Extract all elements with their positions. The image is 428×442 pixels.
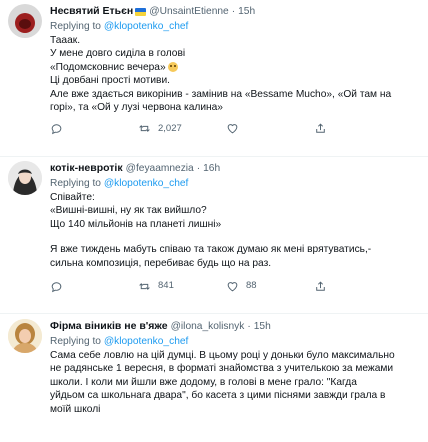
text-line: школи. І коли ми йшли вже додому, в голо…: [50, 376, 357, 388]
display-name[interactable]: Фірма віників не в'яже: [50, 320, 168, 333]
retweet-count: 841: [158, 280, 174, 292]
display-name[interactable]: Несвятий Етьєн: [50, 5, 133, 18]
reply-context: Replying to @klopotenko_chef: [50, 335, 418, 349]
reply-icon: [51, 124, 62, 135]
text-line: Але вже здається викорінив - замінив на …: [50, 88, 392, 100]
share-button[interactable]: [314, 122, 402, 135]
text-line: Тааак.: [50, 35, 81, 46]
avatar[interactable]: [8, 161, 42, 195]
user-handle[interactable]: @ilona_kolisnyk: [171, 320, 245, 333]
reply-prefix: Replying to: [50, 178, 104, 189]
reply-to-link[interactable]: @klopotenko_chef: [104, 336, 189, 347]
action-bar: 2,027: [50, 120, 418, 136]
reply-button[interactable]: [50, 280, 138, 293]
separator-dot: ·: [231, 6, 236, 18]
action-bar: 841 88: [50, 278, 418, 294]
retweet-count: 2,027: [158, 122, 182, 134]
like-count: 88: [246, 280, 257, 292]
text-line: «Вишні-вишні, ну як так вийшло?: [50, 205, 207, 217]
user-handle[interactable]: @UnsaintEtienne: [149, 5, 228, 18]
text-line: Що 140 мільйонів на планеті лишні»: [50, 218, 222, 230]
retweet-button[interactable]: 2,027: [138, 122, 226, 135]
share-button[interactable]: [314, 280, 402, 293]
avatar[interactable]: [8, 319, 42, 353]
reply-context: Replying to @klopotenko_chef: [50, 20, 418, 34]
like-button[interactable]: 88: [226, 279, 314, 292]
text-line: не радянське 1 вересня, в форматі знайом…: [50, 363, 394, 375]
text-line: Сама себе ловлю на цій думці. В цьому ро…: [50, 350, 395, 361]
text-line: «Подомсковнис вечера»: [50, 61, 418, 74]
tweet-3[interactable]: Фірма віників не в'яже @ilona_kolisnyk ·…: [0, 315, 428, 442]
text-line: горі», та «Ой у лузі червона калина»: [50, 102, 223, 114]
retweet-icon: [139, 125, 150, 132]
timestamp[interactable]: 15h: [238, 5, 255, 18]
tweet-text: Сама себе ловлю на цій думці. В цьому ро…: [50, 349, 418, 416]
text-line: Ці довбані прості мотиви.: [50, 75, 170, 87]
tweet-2[interactable]: котік-невротік @feyaamnezia · 16h Replyi…: [0, 157, 428, 314]
text-line: моїй школі: [50, 403, 101, 415]
ukraine-flag-icon: [135, 8, 147, 16]
reply-to-link[interactable]: @klopotenko_chef: [104, 178, 189, 189]
text-line: Співайте:: [50, 192, 95, 203]
display-name[interactable]: котік-невротік: [50, 162, 123, 175]
user-handle[interactable]: @feyaamnezia: [126, 162, 194, 175]
share-icon: [316, 123, 325, 133]
share-icon: [316, 281, 325, 291]
separator-dot: ·: [247, 321, 251, 333]
tweet-text: Тааак. У мене довго сиділа в голові «Под…: [50, 34, 418, 114]
timestamp[interactable]: 16h: [203, 162, 220, 175]
retweet-button[interactable]: 841: [138, 279, 226, 292]
text-line: У мене довго сиділа в голові: [50, 48, 186, 60]
sweat-emoji-icon: [168, 62, 179, 73]
reply-prefix: Replying to: [50, 21, 104, 32]
reply-to-link[interactable]: @klopotenko_chef: [104, 21, 189, 32]
tweet-1[interactable]: Несвятий Етьєн @UnsaintEtienne · 15h Rep…: [0, 0, 428, 157]
separator-dot: ·: [196, 163, 201, 175]
heart-icon: [227, 124, 238, 134]
text-line: сильна композиція, перебиває будь що на …: [50, 257, 272, 269]
avatar[interactable]: [8, 4, 42, 38]
text-line: уйдьом са школьнага двара", бо касета з …: [50, 390, 386, 402]
tweet-text: Співайте: «Вишні-вишні, ну як так вийшло…: [50, 191, 418, 270]
heart-icon: [227, 281, 238, 291]
reply-context: Replying to @klopotenko_chef: [50, 177, 418, 191]
like-button[interactable]: [226, 122, 314, 135]
reply-icon: [51, 281, 62, 292]
retweet-icon: [139, 282, 150, 290]
reply-button[interactable]: [50, 122, 138, 135]
reply-prefix: Replying to: [50, 336, 104, 347]
timestamp[interactable]: 15h: [254, 320, 271, 333]
text-line: Я вже тиждень мабуть співаю та також дум…: [50, 244, 372, 256]
